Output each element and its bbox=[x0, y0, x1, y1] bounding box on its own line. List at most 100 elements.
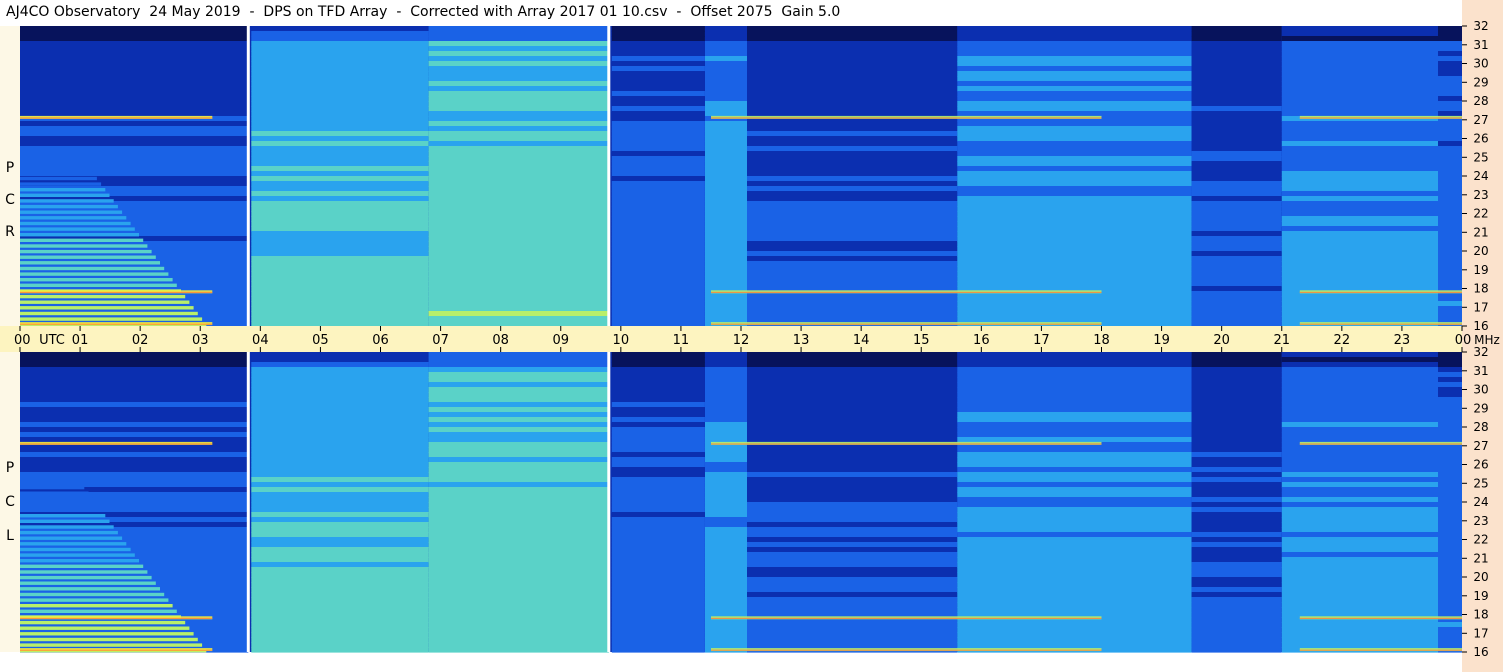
data-gap bbox=[607, 26, 611, 326]
emission-patch bbox=[20, 176, 97, 181]
heat-cell bbox=[1281, 196, 1438, 202]
heat-cell bbox=[1438, 126, 1462, 132]
heat-cell bbox=[251, 632, 429, 638]
heat-cell bbox=[705, 246, 748, 252]
heat-cell bbox=[251, 151, 429, 157]
heat-cell bbox=[957, 106, 1192, 112]
heat-cell bbox=[611, 532, 705, 538]
heat-cell bbox=[957, 407, 1192, 413]
heat-cell bbox=[1438, 91, 1462, 97]
heat-cell bbox=[1281, 392, 1438, 398]
heat-cell bbox=[1281, 427, 1438, 433]
heat-cell bbox=[428, 241, 609, 247]
heat-cell bbox=[747, 517, 958, 523]
time-tick-label: 08 bbox=[492, 333, 509, 348]
heat-cell bbox=[957, 467, 1192, 473]
heat-cell bbox=[705, 492, 748, 498]
heat-cell bbox=[1438, 522, 1462, 528]
heat-cell bbox=[428, 61, 609, 67]
time-tick-label: 12 bbox=[733, 333, 750, 348]
heat-cell bbox=[1281, 31, 1438, 37]
heat-cell bbox=[957, 592, 1192, 598]
heat-cell bbox=[747, 482, 958, 488]
heat-cell bbox=[1281, 161, 1438, 167]
heat-cell bbox=[1191, 266, 1282, 272]
heat-cell bbox=[705, 171, 748, 177]
heat-cell bbox=[1281, 447, 1438, 453]
heat-cell bbox=[957, 432, 1192, 438]
heat-cell bbox=[251, 612, 429, 618]
heat-cell bbox=[428, 432, 609, 438]
heat-cell bbox=[957, 316, 1192, 322]
heat-cell bbox=[747, 206, 958, 212]
heat-cell bbox=[705, 131, 748, 137]
emission-band-core bbox=[1299, 617, 1462, 619]
heat-cell bbox=[705, 427, 748, 433]
heat-cell bbox=[428, 141, 609, 147]
heat-cell bbox=[1191, 397, 1282, 403]
heat-cell bbox=[1281, 402, 1438, 408]
heat-cell bbox=[611, 281, 705, 287]
heat-cell bbox=[747, 151, 958, 157]
heat-cell bbox=[1281, 276, 1438, 282]
heat-cell bbox=[957, 542, 1192, 548]
heat-cell bbox=[20, 422, 249, 428]
heat-cell bbox=[957, 216, 1192, 222]
heat-cell bbox=[1191, 96, 1282, 102]
emission-patch bbox=[20, 249, 152, 254]
heat-cell bbox=[611, 357, 705, 363]
freq-tick-label: 20 bbox=[1473, 244, 1488, 258]
heat-cell bbox=[611, 452, 705, 458]
emission-patch bbox=[20, 204, 118, 209]
heat-cell bbox=[1191, 512, 1282, 518]
heat-cell bbox=[251, 527, 429, 533]
heat-cell bbox=[747, 31, 958, 37]
heat-cell bbox=[428, 617, 609, 623]
heat-cell bbox=[705, 261, 748, 267]
heat-cell bbox=[1191, 41, 1282, 47]
heat-cell bbox=[747, 452, 958, 458]
heat-cell bbox=[1281, 622, 1438, 628]
heat-cell bbox=[705, 477, 748, 483]
heat-cell bbox=[251, 507, 429, 513]
heat-cell bbox=[1281, 627, 1438, 633]
heat-cell bbox=[1191, 432, 1282, 438]
heat-cell bbox=[251, 437, 429, 443]
heat-cell bbox=[1438, 582, 1462, 588]
data-gap bbox=[607, 352, 611, 652]
heat-cell bbox=[1191, 56, 1282, 62]
heat-cell bbox=[747, 91, 958, 97]
heat-cell bbox=[1438, 36, 1462, 42]
heat-cell bbox=[611, 447, 705, 453]
heat-cell bbox=[957, 276, 1192, 282]
heat-cell bbox=[747, 497, 958, 503]
heat-cell bbox=[747, 527, 958, 533]
heat-cell bbox=[957, 81, 1192, 87]
heat-cell bbox=[957, 36, 1192, 42]
heat-cell bbox=[1191, 647, 1282, 653]
heat-cell bbox=[1438, 216, 1462, 222]
heat-cell bbox=[251, 41, 429, 47]
heat-cell bbox=[957, 211, 1192, 217]
heat-cell bbox=[251, 276, 429, 282]
heat-cell bbox=[957, 86, 1192, 92]
emission-patch bbox=[20, 514, 106, 518]
heat-cell bbox=[1191, 427, 1282, 433]
heat-cell bbox=[1438, 56, 1462, 62]
heat-cell bbox=[705, 542, 748, 548]
heat-cell bbox=[611, 106, 705, 112]
heat-cell bbox=[705, 517, 748, 523]
heat-cell bbox=[20, 372, 249, 378]
heat-cell bbox=[705, 251, 748, 257]
heat-cell bbox=[611, 492, 705, 498]
heat-cell bbox=[1281, 296, 1438, 302]
heat-cell bbox=[705, 522, 748, 528]
heat-cell bbox=[251, 477, 429, 483]
heat-cell bbox=[747, 126, 958, 132]
heat-cell bbox=[611, 407, 705, 413]
heat-cell bbox=[705, 362, 748, 368]
heat-cell bbox=[1438, 417, 1462, 423]
spectrogram-page: AJ4CO Observatory 24 May 2019 - DPS on T… bbox=[0, 0, 1503, 672]
heat-cell bbox=[747, 487, 958, 493]
heat-cell bbox=[1191, 271, 1282, 277]
